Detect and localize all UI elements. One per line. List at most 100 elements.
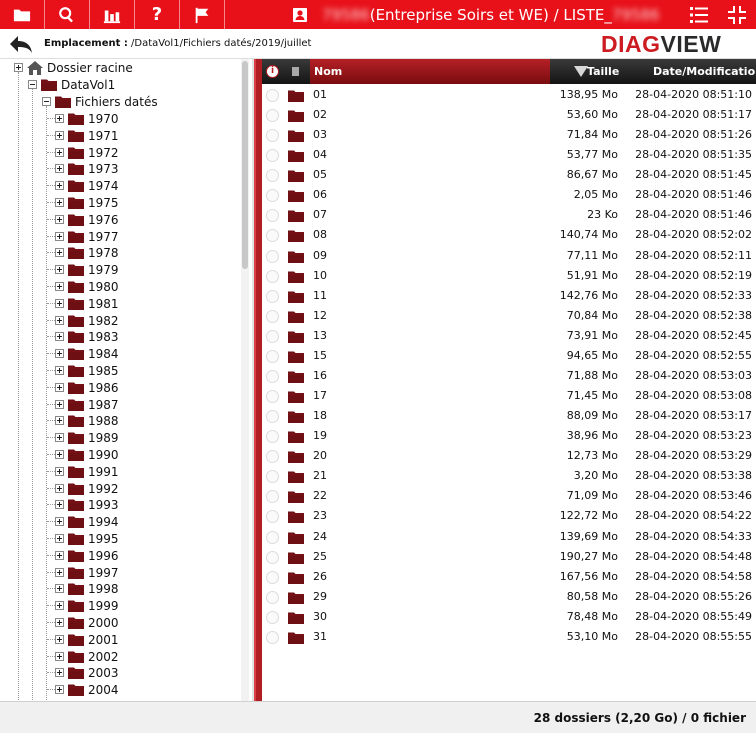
column-header-date[interactable]: Date/Modification: [653, 59, 756, 84]
tree-item-year[interactable]: 1976: [55, 211, 119, 228]
row-select-radio[interactable]: [266, 89, 279, 102]
list-row[interactable]: 05 86,67 Mo 28-04-2020 08:51:45: [262, 165, 756, 185]
tree-scrollbar-thumb[interactable]: [242, 61, 248, 269]
tree-item-year[interactable]: 1993: [55, 496, 119, 513]
list-row[interactable]: 02 53,60 Mo 28-04-2020 08:51:17: [262, 105, 756, 125]
folder-button[interactable]: [0, 0, 45, 29]
tree-item-year[interactable]: 2004: [55, 681, 119, 698]
tree-item-year[interactable]: 1988: [55, 412, 119, 429]
expand-icon[interactable]: [55, 248, 64, 257]
row-select-radio[interactable]: [266, 309, 279, 323]
list-row[interactable]: 15 94,65 Mo 28-04-2020 08:52:55: [262, 346, 756, 366]
list-row[interactable]: 26 167,56 Mo 28-04-2020 08:54:58: [262, 567, 756, 587]
row-select-radio[interactable]: [266, 189, 279, 203]
list-row[interactable]: 18 88,09 Mo 28-04-2020 08:53:17: [262, 406, 756, 426]
list-row[interactable]: 13 73,91 Mo 28-04-2020 08:52:45: [262, 326, 756, 346]
row-select-radio[interactable]: [266, 450, 279, 464]
expand-icon[interactable]: [55, 299, 64, 308]
expand-icon[interactable]: [55, 332, 64, 341]
tree-item-datavol1[interactable]: DataVol1: [28, 76, 115, 93]
list-row[interactable]: 21 3,20 Mo 28-04-2020 08:53:38: [262, 466, 756, 486]
row-select-radio[interactable]: [266, 390, 279, 404]
row-select-radio[interactable]: [266, 610, 279, 624]
expand-icon[interactable]: [55, 534, 64, 543]
expand-icon[interactable]: [55, 635, 64, 644]
list-row[interactable]: 31 53,10 Mo 28-04-2020 08:55:55: [262, 627, 756, 647]
tree-item-year[interactable]: 1975: [55, 194, 119, 211]
tree-item-year[interactable]: 1996: [55, 547, 119, 564]
row-select-radio[interactable]: [266, 570, 279, 584]
tree-item-year[interactable]: 1998: [55, 580, 119, 597]
expand-icon[interactable]: [55, 282, 64, 291]
expand-icon[interactable]: [55, 500, 64, 509]
tree-item-year[interactable]: 2003: [55, 664, 119, 681]
row-select-radio[interactable]: [266, 410, 279, 424]
expand-icon[interactable]: [55, 400, 64, 409]
expand-icon[interactable]: [55, 433, 64, 442]
collapse-button[interactable]: [722, 0, 752, 29]
tree-item-year[interactable]: 1974: [55, 177, 119, 194]
list-row[interactable]: 07 23 Ko 28-04-2020 08:51:46: [262, 205, 756, 225]
list-row[interactable]: 29 80,58 Mo 28-04-2020 08:55:26: [262, 587, 756, 607]
row-select-radio[interactable]: [266, 249, 279, 263]
expand-icon[interactable]: [55, 366, 64, 375]
list-row[interactable]: 10 51,91 Mo 28-04-2020 08:52:19: [262, 266, 756, 286]
tree-item-year[interactable]: 1970: [55, 110, 119, 127]
row-select-radio[interactable]: [266, 470, 279, 484]
expand-icon[interactable]: [55, 668, 64, 677]
list-row[interactable]: 01 138,95 Mo 28-04-2020 08:51:10: [262, 85, 756, 105]
tree-item-fichiers-dates[interactable]: Fichiers datés: [42, 93, 158, 110]
list-row[interactable]: 16 71,88 Mo 28-04-2020 08:53:03: [262, 366, 756, 386]
tree-item-year[interactable]: 1973: [55, 160, 119, 177]
tree-item-year[interactable]: 1983: [55, 328, 119, 345]
expand-icon[interactable]: [55, 349, 64, 358]
tree-item-year[interactable]: 1981: [55, 295, 119, 312]
list-view-button[interactable]: [684, 0, 714, 29]
list-row[interactable]: 30 78,48 Mo 28-04-2020 08:55:49: [262, 607, 756, 627]
expand-icon[interactable]: [55, 164, 64, 173]
row-select-radio[interactable]: [266, 109, 279, 123]
row-select-radio[interactable]: [266, 209, 279, 223]
list-row[interactable]: 17 71,45 Mo 28-04-2020 08:53:08: [262, 386, 756, 406]
row-select-radio[interactable]: [266, 630, 279, 644]
expand-icon[interactable]: [55, 198, 64, 207]
tree-item-year[interactable]: 1985: [55, 362, 119, 379]
tree-item-year[interactable]: 1994: [55, 513, 119, 530]
row-select-radio[interactable]: [266, 550, 279, 564]
tree-item-year[interactable]: 1979: [55, 261, 119, 278]
tree-item-year[interactable]: 1986: [55, 379, 119, 396]
help-button[interactable]: ?: [135, 0, 180, 29]
tree-item-year[interactable]: 1977: [55, 228, 119, 245]
list-row[interactable]: 20 12,73 Mo 28-04-2020 08:53:29: [262, 446, 756, 466]
tree-item-year[interactable]: 1978: [55, 244, 119, 261]
list-row[interactable]: 11 142,76 Mo 28-04-2020 08:52:33: [262, 286, 756, 306]
row-select-radio[interactable]: [266, 329, 279, 343]
row-select-radio[interactable]: [266, 169, 279, 183]
expand-icon[interactable]: [14, 63, 23, 72]
row-select-radio[interactable]: [266, 289, 279, 303]
expand-icon[interactable]: [55, 618, 64, 627]
expand-icon[interactable]: [55, 652, 64, 661]
list-row[interactable]: 04 53,77 Mo 28-04-2020 08:51:35: [262, 145, 756, 165]
row-select-radio[interactable]: [266, 269, 279, 283]
expand-icon[interactable]: [55, 316, 64, 325]
tree-item-year[interactable]: 1980: [55, 278, 119, 295]
sort-desc-icon[interactable]: [574, 66, 588, 77]
expand-icon[interactable]: [55, 685, 64, 694]
list-row[interactable]: 23 122,72 Mo 28-04-2020 08:54:22: [262, 506, 756, 526]
collapse-icon[interactable]: [42, 97, 51, 106]
tree-item-year[interactable]: 1990: [55, 446, 119, 463]
tree-item-year[interactable]: 1989: [55, 429, 119, 446]
list-row[interactable]: 12 70,84 Mo 28-04-2020 08:52:38: [262, 306, 756, 326]
list-row[interactable]: 03 71,84 Mo 28-04-2020 08:51:26: [262, 125, 756, 145]
expand-icon[interactable]: [55, 181, 64, 190]
expand-icon[interactable]: [55, 484, 64, 493]
expand-icon[interactable]: [55, 131, 64, 140]
expand-icon[interactable]: [55, 517, 64, 526]
tree-item-year[interactable]: 1972: [55, 144, 119, 161]
expand-icon[interactable]: [55, 416, 64, 425]
pane-splitter[interactable]: [254, 59, 262, 701]
list-row[interactable]: 19 38,96 Mo 28-04-2020 08:53:23: [262, 426, 756, 446]
row-select-radio[interactable]: [266, 129, 279, 143]
expand-icon[interactable]: [55, 383, 64, 392]
